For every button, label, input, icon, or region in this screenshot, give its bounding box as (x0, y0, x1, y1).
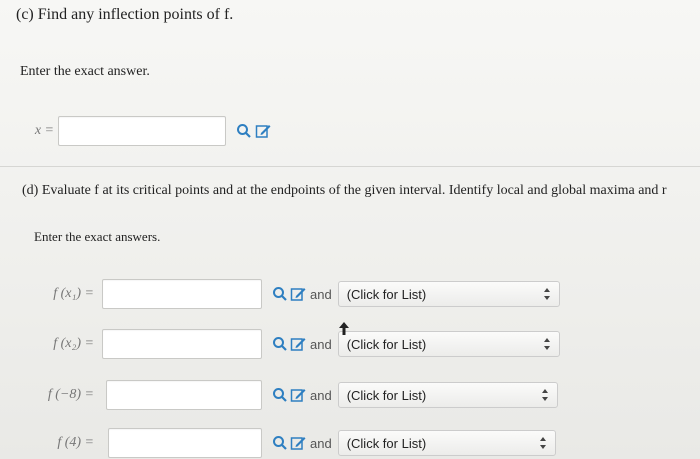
inflection-answer-input[interactable] (58, 116, 226, 146)
and-label: and (310, 387, 332, 403)
part-d-instruction: Enter the exact answers. (34, 229, 161, 244)
eval-row: f (x₁) = and (Click for List) (10, 279, 560, 309)
up-down-arrows-icon (539, 437, 546, 449)
classification-select[interactable]: (Click for List) (337, 430, 556, 456)
classification-select[interactable]: (Click for List) (337, 382, 558, 408)
part-d-title: (d) Evaluate f at its critical points an… (22, 183, 667, 198)
classification-select[interactable]: (Click for List) (337, 331, 560, 357)
edit-pencil-icon[interactable] (290, 387, 306, 403)
magnifier-icon[interactable] (272, 435, 288, 451)
select-value: (Click for List) (346, 387, 427, 403)
magnifier-icon[interactable] (272, 387, 288, 403)
eval-row: f (−8) = and (Click for List) (10, 380, 558, 410)
up-down-arrows-icon (541, 389, 548, 401)
eval-answer-input[interactable] (106, 380, 262, 410)
magnifier-icon[interactable] (236, 123, 252, 139)
section-divider (0, 166, 700, 167)
magnifier-icon[interactable] (272, 286, 288, 302)
eval-label: f (x₂) = (53, 336, 94, 351)
mouse-cursor-icon (339, 322, 349, 335)
select-value: (Click for List) (346, 286, 427, 302)
inflection-answer-row: x = (0, 116, 271, 146)
eval-row: f (4) = and (Click for List) (10, 428, 556, 458)
part-c-title: (c) Find any inflection points of f. (16, 6, 234, 23)
edit-pencil-icon[interactable] (290, 286, 306, 302)
inflection-label: x = (34, 123, 54, 138)
select-value: (Click for List) (346, 336, 427, 352)
up-down-arrows-icon (543, 338, 550, 350)
up-down-arrows-icon (543, 288, 550, 300)
and-label: and (310, 286, 332, 302)
edit-pencil-icon[interactable] (290, 435, 306, 451)
eval-answer-input[interactable] (102, 279, 262, 309)
edit-pencil-icon[interactable] (290, 336, 306, 352)
eval-label: f (x₁) = (53, 286, 94, 301)
eval-answer-input[interactable] (102, 329, 262, 359)
classification-select[interactable]: (Click for List) (337, 281, 560, 307)
magnifier-icon[interactable] (272, 336, 288, 352)
eval-row: f (x₂) = and (Click for List) (10, 329, 560, 359)
edit-pencil-icon[interactable] (255, 123, 271, 139)
part-c-instruction: Enter the exact answer. (20, 64, 150, 79)
select-value: (Click for List) (346, 435, 427, 451)
eval-answer-input[interactable] (108, 428, 262, 458)
and-label: and (310, 435, 332, 451)
and-label: and (310, 336, 332, 352)
eval-label: f (−8) = (47, 387, 94, 402)
eval-label: f (4) = (57, 435, 94, 450)
